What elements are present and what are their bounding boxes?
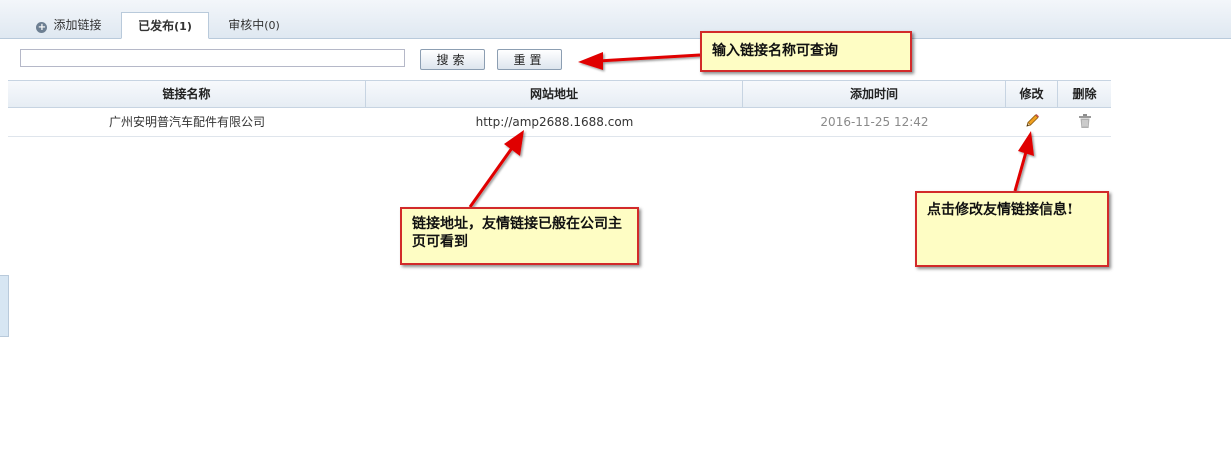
url-tip-callout: 链接地址，友情链接已般在公司主页可看到 <box>400 207 639 265</box>
edit-tip-callout: 点击修改友情链接信息! <box>915 191 1109 267</box>
search-tip-callout: 输入链接名称可查询 <box>700 31 912 72</box>
side-collapse-handle[interactable] <box>0 275 9 337</box>
